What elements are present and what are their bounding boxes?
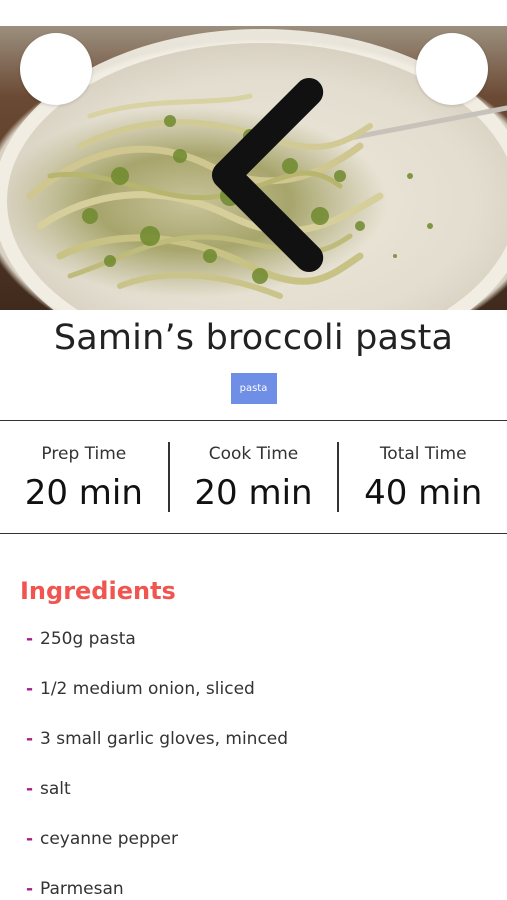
ingredient-text: 250g pasta — [40, 629, 136, 649]
ingredients-list: -250g pasta -1/2 medium onion, sliced -3… — [20, 628, 507, 900]
status-bar — [0, 0, 507, 26]
bullet-dash: - — [26, 879, 34, 899]
list-item: - Parmesan — [20, 878, 507, 900]
recipe-title: Samin’s broccoli pasta — [53, 318, 454, 358]
ingredient-text: 1/2 medium onion, sliced — [40, 679, 255, 699]
back-button[interactable] — [20, 33, 324, 273]
ingredients-heading: Ingredients — [20, 577, 176, 605]
list-item: -3 small garlic gloves, minced — [20, 728, 507, 778]
hamburger-menu-icon — [416, 33, 507, 310]
bullet-dash: - — [26, 729, 34, 749]
prep-time-value: 20 min — [24, 473, 143, 513]
cook-time-value: 20 min — [194, 473, 313, 513]
ingredients-section: Ingredients -250g pasta -1/2 medium onio… — [0, 534, 507, 900]
bullet-dash: - — [26, 829, 34, 849]
list-item: -250g pasta — [20, 628, 507, 678]
prep-time-label: Prep Time — [41, 444, 127, 464]
cook-time-label: Cook Time — [208, 444, 299, 464]
total-time-value: 40 min — [364, 473, 483, 513]
ingredient-text: Parmesan — [40, 879, 124, 899]
ingredient-text: ceyanne pepper — [40, 829, 178, 849]
tag-row: pasta — [0, 373, 507, 404]
time-summary: Prep Time 20 min Cook Time 20 min Total … — [0, 420, 507, 534]
menu-button[interactable] — [416, 33, 488, 105]
cook-time: Cook Time 20 min — [167, 442, 338, 513]
list-item: - salt — [20, 778, 507, 828]
ingredient-text: 3 small garlic gloves, minced — [40, 729, 289, 749]
bullet-dash: - — [26, 779, 34, 799]
list-item: -1/2 medium onion, sliced — [20, 678, 507, 728]
list-item: - ceyanne pepper — [20, 828, 507, 878]
total-time: Total Time 40 min — [337, 442, 507, 513]
category-tag[interactable]: pasta — [230, 373, 277, 404]
prep-time: Prep Time 20 min — [0, 442, 168, 513]
total-time-label: Total Time — [379, 444, 467, 464]
ingredient-text: salt — [40, 779, 71, 799]
bullet-dash: - — [26, 679, 34, 699]
bullet-dash: - — [26, 629, 34, 649]
recipe-photo — [0, 26, 507, 310]
